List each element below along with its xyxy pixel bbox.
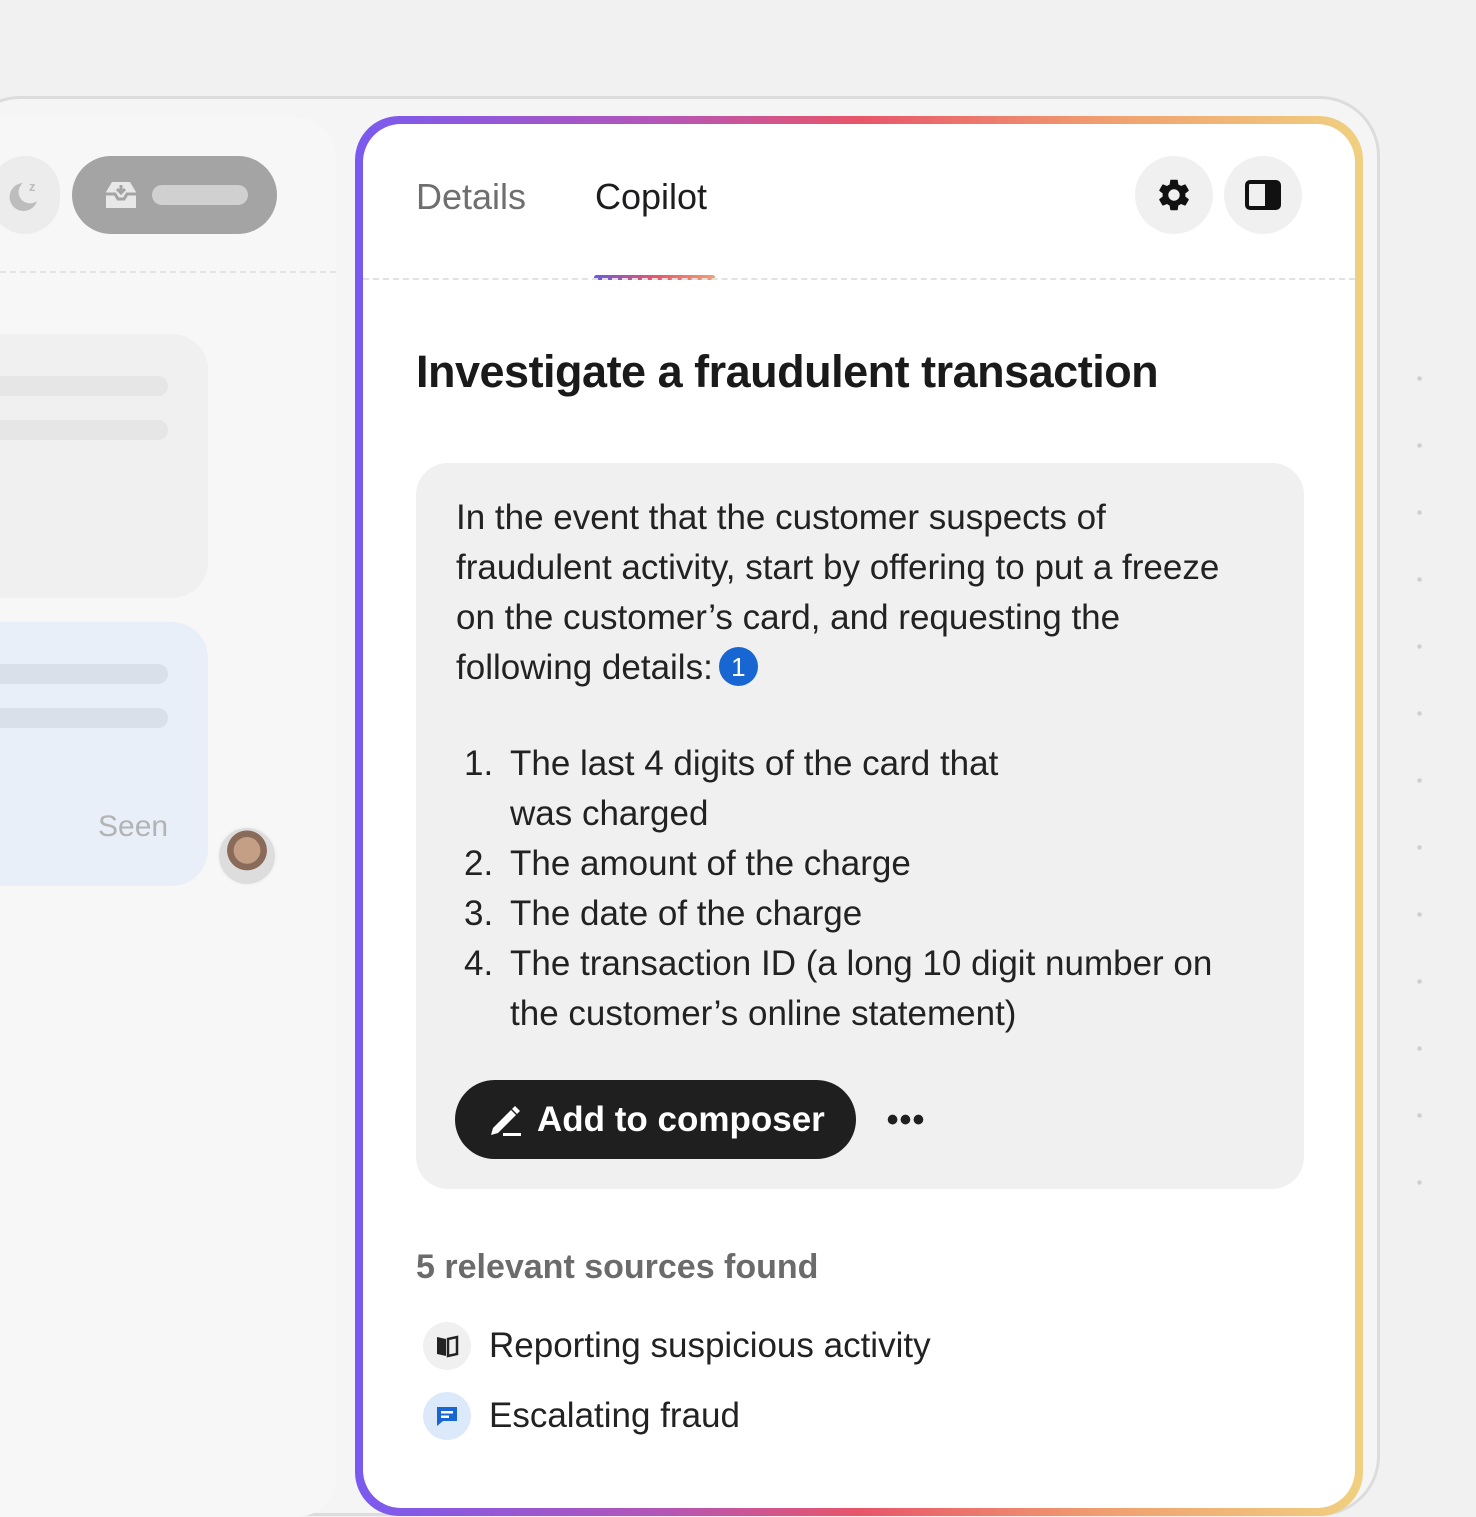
answer-intro-text: In the event that the customer suspects … xyxy=(456,498,1220,687)
tab-details[interactable]: Details xyxy=(416,176,526,218)
text-placeholder xyxy=(0,376,168,396)
inbox-icon xyxy=(106,182,136,208)
answer-card: In the event that the customer suspects … xyxy=(416,463,1304,1189)
toggle-sidebar-button[interactable] xyxy=(1224,156,1302,234)
text-placeholder xyxy=(0,708,168,728)
message-bubble xyxy=(0,334,208,598)
seen-status: Seen xyxy=(98,810,169,843)
list-item: 2. The amount of the charge xyxy=(464,844,911,883)
text-placeholder xyxy=(0,420,168,440)
snooze-icon: z xyxy=(9,179,37,211)
pen-icon xyxy=(491,1105,521,1136)
copilot-content: Details Copilot Investigate a fraudulent… xyxy=(363,124,1355,1508)
add-to-composer-label: Add to composer xyxy=(537,1099,825,1139)
source-item[interactable]: Reporting suspicious activity xyxy=(423,1322,931,1370)
source-label: Escalating fraud xyxy=(489,1396,740,1435)
inbox-button[interactable] xyxy=(72,156,277,234)
list-item: 3. The date of the charge xyxy=(464,894,863,933)
text-placeholder xyxy=(0,664,168,684)
copilot-panel: Details Copilot Investigate a fraudulent… xyxy=(355,116,1363,1516)
page-title: Investigate a fraudulent transaction xyxy=(416,346,1159,397)
tab-copilot[interactable]: Copilot xyxy=(595,176,707,218)
add-to-composer-button[interactable]: Add to composer xyxy=(455,1080,856,1159)
inbox-label-placeholder xyxy=(152,185,248,205)
snooze-button[interactable]: z xyxy=(0,156,60,234)
sources-heading: 5 relevant sources found xyxy=(416,1248,819,1286)
steps-list: 1. The last 4 digits of the card that was… xyxy=(464,739,1284,1039)
chat-icon xyxy=(423,1392,471,1440)
settings-button[interactable] xyxy=(1135,156,1213,234)
sidebar-panel-icon xyxy=(1245,180,1281,210)
more-options-button[interactable]: ••• xyxy=(884,1098,928,1142)
answer-intro: In the event that the customer suspects … xyxy=(456,493,1256,693)
header-divider xyxy=(363,278,1355,280)
citation-badge[interactable]: 1 xyxy=(718,647,758,687)
book-icon xyxy=(423,1322,471,1370)
gear-icon xyxy=(1159,179,1189,211)
list-item: 4. The transaction ID (a long 10 digit nu… xyxy=(464,944,1213,1033)
dot-grid-decoration xyxy=(1386,345,1466,1245)
avatar xyxy=(217,826,277,886)
list-item: 1. The last 4 digits of the card that was… xyxy=(464,744,999,833)
left-divider xyxy=(0,271,336,273)
source-item[interactable]: Escalating fraud xyxy=(423,1392,740,1440)
source-label: Reporting suspicious activity xyxy=(489,1326,931,1365)
message-bubble-outgoing xyxy=(0,622,208,886)
svg-text:z: z xyxy=(29,179,36,194)
